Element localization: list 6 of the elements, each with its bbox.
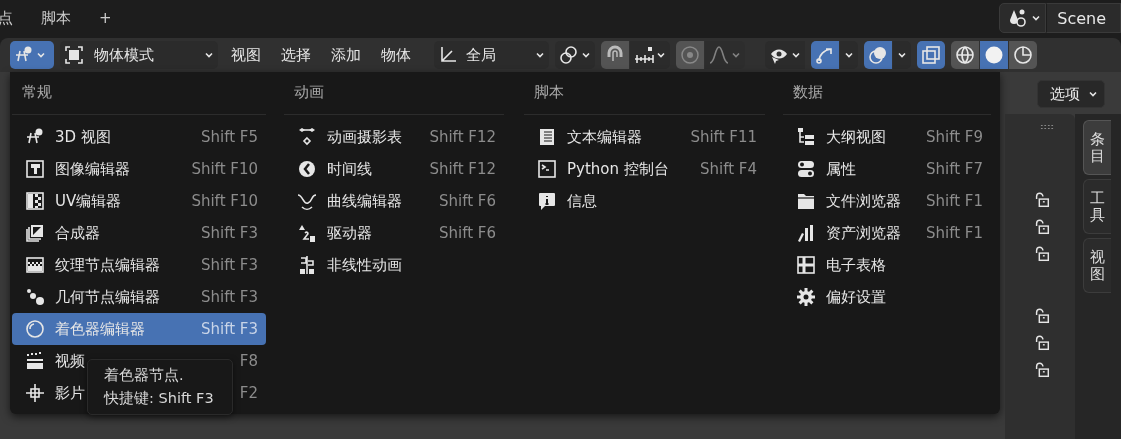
menu-heading: 动画 — [294, 82, 324, 102]
tooltip-text: 快捷键: Shift F3 — [104, 389, 214, 408]
menu-heading: 常规 — [22, 82, 52, 102]
tooltip-text: 着色器节点. — [104, 366, 185, 385]
menu-heading: 脚本 — [534, 82, 564, 102]
menu-heading: 数据 — [793, 82, 823, 102]
